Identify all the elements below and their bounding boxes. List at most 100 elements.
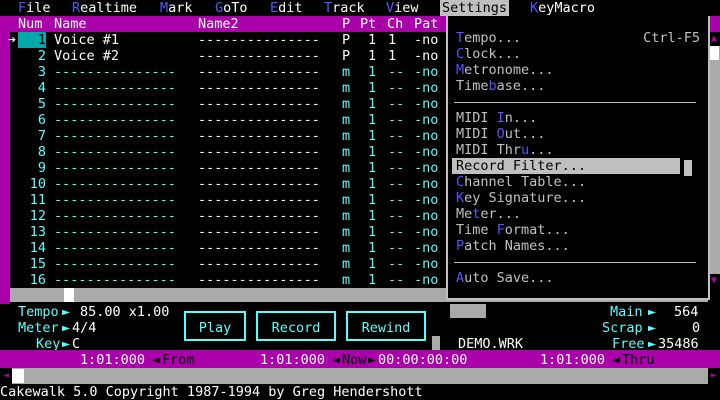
track-name[interactable]: ---------------: [54, 192, 176, 208]
track-name[interactable]: ---------------: [54, 128, 176, 144]
settings-item-tempo[interactable]: Tempo... Ctrl-F5: [456, 30, 700, 46]
play-button[interactable]: Play: [184, 311, 246, 341]
track-port[interactable]: m: [342, 80, 350, 96]
track-number[interactable]: 2: [10, 48, 46, 64]
track-name2[interactable]: ---------------: [198, 176, 320, 192]
track-number[interactable]: 12: [10, 208, 46, 224]
track-name2[interactable]: ---------------: [198, 32, 320, 48]
track-patch[interactable]: -no: [414, 192, 438, 208]
meter-value[interactable]: 4/4: [72, 320, 96, 336]
track-patch[interactable]: -no: [414, 32, 438, 48]
track-patch[interactable]: -no: [414, 64, 438, 80]
settings-item-channel-table[interactable]: Channel Table...: [456, 174, 700, 190]
track-channel[interactable]: --: [388, 256, 404, 272]
track-row[interactable]: 5 --------------- --------------- m 1 -- -no: [10, 96, 450, 112]
menu-track[interactable]: Track: [324, 0, 365, 16]
track-patch[interactable]: -no: [414, 256, 438, 272]
settings-item-patch-names[interactable]: Patch Names...: [456, 238, 700, 254]
position-scrollbar[interactable]: ◄ ►: [0, 368, 720, 384]
track-channel[interactable]: --: [388, 176, 404, 192]
track-patch[interactable]: -no: [414, 80, 438, 96]
track-row[interactable]: 13 --------------- --------------- m 1 -- -no: [10, 224, 450, 240]
track-pt[interactable]: 1: [368, 80, 376, 96]
track-patch[interactable]: -no: [414, 48, 438, 64]
track-port[interactable]: m: [342, 160, 350, 176]
track-row[interactable]: 12 --------------- --------------- m 1 -- -no: [10, 208, 450, 224]
track-patch[interactable]: -no: [414, 224, 438, 240]
track-row[interactable]: 11 --------------- --------------- m 1 -- -no: [10, 192, 450, 208]
track-pt[interactable]: 1: [368, 240, 376, 256]
track-pt[interactable]: 1: [368, 176, 376, 192]
track-number[interactable]: 6: [10, 112, 46, 128]
track-name2[interactable]: ---------------: [198, 192, 320, 208]
settings-item-midi-out[interactable]: MIDI Out...: [456, 126, 700, 142]
track-patch[interactable]: -no: [414, 112, 438, 128]
settings-item-auto-save[interactable]: Auto Save...: [456, 270, 700, 286]
track-port[interactable]: m: [342, 192, 350, 208]
track-row[interactable]: 7 --------------- --------------- m 1 -- -no: [10, 128, 450, 144]
track-pt[interactable]: 1: [368, 160, 376, 176]
track-number[interactable]: 16: [10, 272, 46, 288]
track-name2[interactable]: ---------------: [198, 112, 320, 128]
track-channel[interactable]: --: [388, 64, 404, 80]
track-port[interactable]: m: [342, 224, 350, 240]
track-number[interactable]: 10: [10, 176, 46, 192]
track-name[interactable]: ---------------: [54, 176, 176, 192]
settings-item-midi-thru[interactable]: MIDI Thru...: [456, 142, 700, 158]
track-port[interactable]: m: [342, 64, 350, 80]
scroll-left-icon[interactable]: ◄: [0, 368, 12, 384]
track-name[interactable]: ---------------: [54, 96, 176, 112]
track-row[interactable]: ➔ 1 Voice #1 --------------- P 1 1 -no: [8, 32, 450, 48]
track-patch[interactable]: -no: [414, 160, 438, 176]
thru-time[interactable]: 1:01:000: [540, 352, 605, 368]
track-name2[interactable]: ---------------: [198, 128, 320, 144]
menu-realtime[interactable]: Realtime: [72, 0, 137, 16]
track-patch[interactable]: -no: [414, 176, 438, 192]
track-channel[interactable]: 1: [388, 48, 396, 64]
track-port[interactable]: m: [342, 272, 350, 288]
track-port[interactable]: P: [342, 48, 350, 64]
vertical-scroll-thumb[interactable]: [709, 46, 719, 60]
from-time[interactable]: 1:01:000: [80, 352, 145, 368]
track-pt[interactable]: 1: [368, 32, 376, 48]
track-row[interactable]: 4 --------------- --------------- m 1 -- -no: [10, 80, 450, 96]
track-name[interactable]: ---------------: [54, 272, 176, 288]
track-row[interactable]: 8 --------------- --------------- m 1 -- -no: [10, 144, 450, 160]
track-name2[interactable]: ---------------: [198, 80, 320, 96]
track-number[interactable]: 7: [10, 128, 46, 144]
track-patch[interactable]: -no: [414, 208, 438, 224]
track-pt[interactable]: 1: [368, 144, 376, 160]
track-channel[interactable]: --: [388, 208, 404, 224]
track-number[interactable]: 11: [10, 192, 46, 208]
track-channel[interactable]: --: [388, 128, 404, 144]
settings-item-timebase[interactable]: Timebase...: [456, 78, 700, 94]
track-channel[interactable]: 1: [388, 32, 396, 48]
menu-keymacro[interactable]: KeyMacro: [530, 0, 595, 16]
record-button[interactable]: Record: [256, 311, 336, 341]
track-row[interactable]: 2 Voice #2 --------------- P 1 1 -no: [10, 48, 450, 64]
track-patch[interactable]: -no: [414, 128, 438, 144]
menu-mark[interactable]: Mark: [160, 0, 193, 16]
track-name2[interactable]: ---------------: [198, 48, 320, 64]
track-channel[interactable]: --: [388, 160, 404, 176]
track-name[interactable]: Voice #2: [54, 48, 119, 64]
track-row[interactable]: 14 --------------- --------------- m 1 -- -no: [10, 240, 450, 256]
settings-item-time-format[interactable]: Time Format...: [456, 222, 700, 238]
track-row[interactable]: 10 --------------- --------------- m 1 -- -no: [10, 176, 450, 192]
now-time[interactable]: 1:01:000: [260, 352, 325, 368]
track-port[interactable]: P: [342, 32, 350, 48]
track-name2[interactable]: ---------------: [198, 240, 320, 256]
menu-edit[interactable]: Edit: [270, 0, 303, 16]
track-number[interactable]: 4: [10, 80, 46, 96]
settings-item-midi-in[interactable]: MIDI In...: [456, 110, 700, 126]
track-channel[interactable]: --: [388, 272, 404, 288]
track-row[interactable]: 15 --------------- --------------- m 1 -- -no: [10, 256, 450, 272]
track-channel[interactable]: --: [388, 192, 404, 208]
settings-item-metronome[interactable]: Metronome...: [456, 62, 700, 78]
track-pt[interactable]: 1: [368, 224, 376, 240]
track-pt[interactable]: 1: [368, 112, 376, 128]
settings-item-record-filter[interactable]: Record Filter...: [452, 158, 680, 174]
track-name2[interactable]: ---------------: [198, 96, 320, 112]
track-name[interactable]: ---------------: [54, 64, 176, 80]
track-patch[interactable]: -no: [414, 96, 438, 112]
